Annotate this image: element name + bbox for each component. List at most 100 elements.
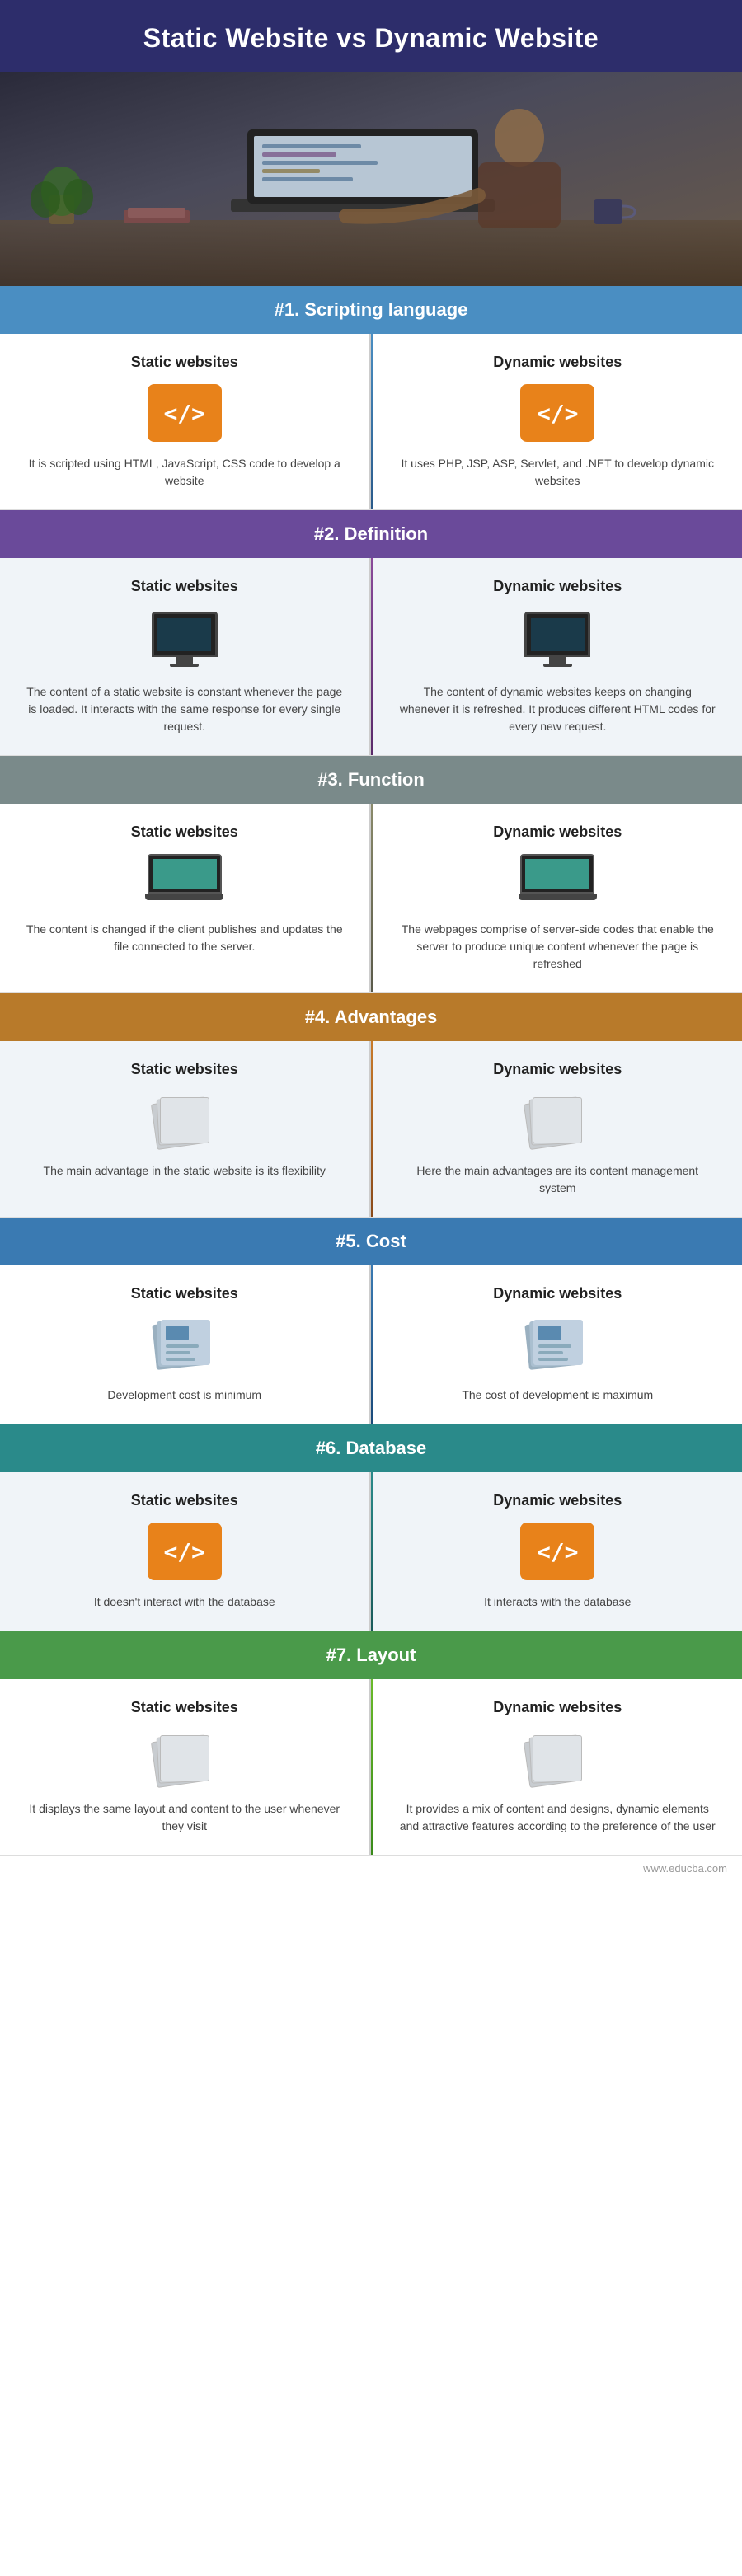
section-6-static-title: Static websites: [25, 1492, 345, 1509]
hero-svg: [0, 72, 742, 286]
section-2-dynamic-text: The content of dynamic websites keeps on…: [398, 683, 718, 735]
section-3-comparison: Static websites The content is changed i…: [0, 804, 742, 993]
section-7-dynamic-title: Dynamic websites: [398, 1699, 718, 1716]
section-4-header: #4. Advantages: [0, 993, 742, 1041]
section-5-comparison: Static websites: [0, 1265, 742, 1424]
section-5-label: Cost: [366, 1231, 406, 1251]
section-2-dynamic-title: Dynamic websites: [398, 578, 718, 595]
section-4-dynamic-text: Here the main advantages are its content…: [398, 1162, 718, 1197]
section-3-static-text: The content is changed if the client pub…: [25, 921, 345, 955]
section-6-header: #6. Database: [0, 1424, 742, 1472]
monitor-screen: [152, 612, 218, 657]
watermark: www.educba.com: [0, 1856, 742, 1881]
section-2-static-icon: [25, 608, 345, 670]
section-7-number: #7.: [326, 1645, 352, 1665]
code-bracket-icon-2: </>: [520, 384, 594, 442]
file-page-12: [533, 1735, 582, 1781]
section-6-dynamic-col: Dynamic websites </> It interacts with t…: [373, 1472, 742, 1631]
section-7-static-text: It displays the same layout and content …: [25, 1800, 345, 1835]
monitor-base-2: [543, 664, 572, 667]
section-3-number: #3.: [317, 769, 343, 790]
section-7-label: Layout: [356, 1645, 416, 1665]
section-4-dynamic-icon: [398, 1091, 718, 1149]
section-6-label: Database: [345, 1438, 426, 1458]
laptop-icon: [145, 854, 223, 908]
section-1-dynamic-col: Dynamic websites </> It uses PHP, JSP, A…: [373, 334, 742, 509]
file-page-9: [160, 1735, 209, 1781]
section-1-header: #1. Scripting language: [0, 286, 742, 334]
code-bracket-icon-4: </>: [520, 1523, 594, 1580]
section-3-label: Function: [348, 769, 425, 790]
section-1-static-col: Static websites </> It is scripted using…: [0, 334, 371, 509]
cost-icon: [148, 1316, 222, 1373]
section-1-label: Scripting language: [304, 299, 467, 320]
section-1-comparison: Static websites </> It is scripted using…: [0, 334, 742, 510]
section-4-dynamic-col: Dynamic websites Here the main advantage…: [373, 1041, 742, 1217]
section-6-comparison: Static websites </> It doesn't interact …: [0, 1472, 742, 1631]
monitor-inner: [157, 618, 211, 651]
section-5-number: #5.: [336, 1231, 361, 1251]
monitor-stand-2: [549, 657, 566, 664]
section-7-dynamic-col: Dynamic websites It provides a mix of co…: [373, 1679, 742, 1855]
laptop-icon-2: [519, 854, 597, 908]
section-2-header: #2. Definition: [0, 510, 742, 558]
section-1-static-icon: </>: [25, 384, 345, 442]
laptop-top-2: [520, 854, 594, 894]
section-2-dynamic-col: Dynamic websites The content of dynamic …: [373, 558, 742, 755]
section-6-static-col: Static websites </> It doesn't interact …: [0, 1472, 371, 1631]
section-2-static-text: The content of a static website is const…: [25, 683, 345, 735]
section-1-title: #1.: [275, 299, 300, 320]
section-4-static-text: The main advantage in the static website…: [25, 1162, 345, 1180]
section-5-dynamic-title: Dynamic websites: [398, 1285, 718, 1302]
section-7-row: Static websites It displays the same lay…: [0, 1679, 742, 1855]
section-7-static-icon: [25, 1729, 345, 1787]
section-2-static-title: Static websites: [25, 578, 345, 595]
section-6-static-text: It doesn't interact with the database: [25, 1593, 345, 1611]
section-1-static-text: It is scripted using HTML, JavaScript, C…: [25, 455, 345, 490]
section-2-number: #2.: [314, 523, 340, 544]
section-1-row: Static websites </> It is scripted using…: [0, 334, 742, 509]
cost-svg: [148, 1316, 222, 1373]
section-5-static-text: Development cost is minimum: [25, 1387, 345, 1404]
laptop-bottom-2: [519, 894, 597, 900]
section-6-dynamic-icon: </>: [398, 1523, 718, 1580]
monitor-base: [170, 664, 199, 667]
section-4-static-col: Static websites The main advantage in th…: [0, 1041, 371, 1217]
section-4-number: #4.: [305, 1006, 331, 1027]
monitor-icon: [148, 608, 222, 670]
section-7-comparison: Static websites It displays the same lay…: [0, 1679, 742, 1856]
monitor-icon-2: [520, 608, 594, 670]
section-6-dynamic-text: It interacts with the database: [398, 1593, 718, 1611]
section-3-dynamic-icon: [398, 854, 718, 908]
file-page-3: [160, 1097, 209, 1143]
section-3-row: Static websites The content is changed i…: [0, 804, 742, 992]
hero-image: [0, 72, 742, 286]
section-3-dynamic-title: Dynamic websites: [398, 823, 718, 841]
section-3-static-col: Static websites The content is changed i…: [0, 804, 371, 992]
sections-container: #1. Scripting language Static websites <…: [0, 286, 742, 1856]
section-5-static-title: Static websites: [25, 1285, 345, 1302]
section-4-static-icon: [25, 1091, 345, 1149]
section-5-header: #5. Cost: [0, 1218, 742, 1265]
section-5-static-col: Static websites: [0, 1265, 371, 1424]
section-5-dynamic-icon: [398, 1316, 718, 1373]
section-3-dynamic-text: The webpages comprise of server-side cod…: [398, 921, 718, 973]
monitor-inner-2: [531, 618, 585, 651]
section-1-dynamic-text: It uses PHP, JSP, ASP, Servlet, and .NET…: [398, 455, 718, 490]
section-6-row: Static websites </> It doesn't interact …: [0, 1472, 742, 1631]
section-4-comparison: Static websites The main advantage in th…: [0, 1041, 742, 1218]
section-5-dynamic-text: The cost of development is maximum: [398, 1387, 718, 1404]
laptop-top: [148, 854, 222, 894]
laptop-screen-inner: [153, 859, 217, 889]
cost-icon-2: [520, 1316, 594, 1373]
files-icon-4: [520, 1729, 594, 1787]
code-bracket-icon: </>: [148, 384, 222, 442]
section-3-static-title: Static websites: [25, 823, 345, 841]
section-6-dynamic-title: Dynamic websites: [398, 1492, 718, 1509]
section-2-row: Static websites The content of a static …: [0, 558, 742, 755]
section-6-number: #6.: [316, 1438, 341, 1458]
monitor-screen-2: [524, 612, 590, 657]
section-5-static-icon: [25, 1316, 345, 1373]
section-6-static-icon: </>: [25, 1523, 345, 1580]
section-2-static-col: Static websites The content of a static …: [0, 558, 371, 755]
